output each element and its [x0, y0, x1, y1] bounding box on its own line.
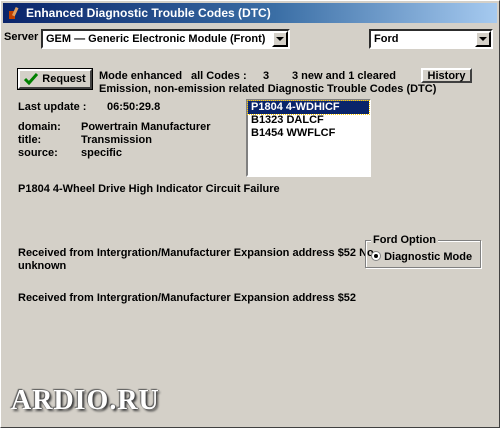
diagnostic-mode-label: Diagnostic Mode — [384, 251, 473, 263]
request-button[interactable]: Request — [17, 68, 93, 90]
history-button-label: History — [427, 69, 466, 82]
dtc-listbox[interactable]: P1804 4-WDHICF B1323 DALCF B1454 WWFLCF — [246, 99, 371, 177]
make-dropdown-arrow[interactable] — [475, 31, 491, 47]
server-label: Server — [4, 31, 39, 43]
make-value: Ford — [374, 33, 399, 45]
window-title: Enhanced Diagnostic Trouble Codes (DTC) — [26, 6, 271, 20]
all-codes-label: all Codes : — [191, 70, 247, 82]
title-label: title: — [18, 134, 42, 146]
diagnostic-mode-radio[interactable]: Diagnostic Mode — [371, 251, 472, 263]
chevron-down-icon — [276, 37, 284, 41]
dtc-list-item[interactable]: P1804 4-WDHICF — [247, 100, 370, 115]
request-button-label: Request — [42, 73, 86, 85]
watermark: ARDIO.RU — [11, 385, 160, 416]
checkmark-icon — [24, 73, 39, 85]
all-codes-count: 3 — [263, 70, 270, 82]
ford-option-legend: Ford Option — [371, 234, 438, 246]
dtc-type-description: Emission, non-emission related Diagnosti… — [99, 83, 437, 95]
title-value: Transmission — [81, 134, 152, 146]
codes-summary: 3 new and 1 cleared — [292, 70, 396, 82]
module-dropdown-arrow[interactable] — [272, 31, 288, 47]
dtc-list-item[interactable]: B1323 DALCF — [248, 114, 369, 127]
history-button[interactable]: History — [421, 68, 472, 83]
last-update-label: Last update : — [18, 101, 87, 113]
ford-option-group: Ford Option Diagnostic Mode — [365, 234, 481, 268]
dtc-description: P1804 4-Wheel Drive High Indicator Circu… — [18, 183, 280, 195]
module-select[interactable]: GEM — Generic Electronic Module (Front) — [41, 29, 290, 49]
received-line-2: Received from Intergration/Manufacturer … — [18, 292, 357, 304]
radio-selected-icon[interactable] — [371, 251, 381, 261]
module-value: GEM — Generic Electronic Module (Front) — [46, 33, 266, 45]
last-update-value: 06:50:29.8 — [107, 101, 161, 113]
source-value: specific — [81, 147, 122, 159]
domain-label: domain: — [18, 121, 61, 133]
mode-label: Mode enhanced — [99, 70, 183, 82]
domain-value: Powertrain Manufacturer — [81, 121, 211, 133]
received-line-1-status: unknown — [18, 260, 67, 272]
dtc-list-item[interactable]: B1454 WWFLCF — [248, 127, 369, 140]
received-line-1: Received from Intergration/Manufacturer … — [18, 247, 374, 259]
app-icon — [7, 6, 21, 20]
chevron-down-icon — [479, 37, 487, 41]
title-bar[interactable]: Enhanced Diagnostic Trouble Codes (DTC) — [3, 3, 497, 23]
dtc-window: Enhanced Diagnostic Trouble Codes (DTC) … — [0, 0, 500, 428]
source-label: source: — [18, 147, 58, 159]
make-select[interactable]: Ford — [369, 29, 493, 49]
